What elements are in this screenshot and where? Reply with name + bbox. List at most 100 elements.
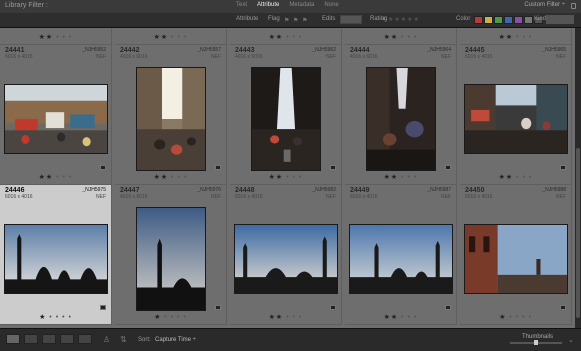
rating-stars: ★★ — [38, 174, 54, 181]
grid-cell[interactable]: ★★ • • • — [0, 28, 112, 45]
grid-cell[interactable]: 24442 4016 x 6016 _NJH5957 NEF ★★ • • • — [115, 45, 227, 185]
rating-dots: • • • — [56, 34, 73, 41]
photo-thumbnail[interactable] — [349, 224, 453, 294]
edited-badge-icon — [560, 305, 566, 310]
filter-preset-dropdown[interactable]: Custom Filter ÷ — [524, 2, 565, 8]
toolbar-menu-chevron-icon[interactable]: ⌄ — [568, 336, 574, 344]
tab-text[interactable]: Text — [236, 2, 247, 8]
star-rating[interactable]: ★ • • • • — [460, 313, 571, 321]
star-rating[interactable]: ★★ • • • — [345, 313, 456, 321]
grid-cell[interactable]: 24448 6016 x 4016 _NJH5982 NEF ★★ • • • — [230, 185, 342, 325]
grid-cell[interactable]: 24443 4016 x 6016 _NJH5962 NEF ★★ • • • — [230, 45, 342, 185]
lock-icon[interactable] — [571, 3, 576, 9]
flag-filter-icons[interactable]: ⚑ ⚑ ⚑ — [284, 17, 308, 24]
grid-cell[interactable]: 24441 6016 x 4016 _NJH5952 NEF ★★ • • • — [0, 45, 112, 185]
rating-stars: ★★ — [383, 314, 399, 321]
image-dimensions: 6016 x 4016 — [350, 194, 378, 200]
file-extension: NEF — [326, 194, 336, 200]
photo-thumbnail[interactable] — [4, 84, 108, 154]
star-rating[interactable]: ★★ • • • — [230, 173, 341, 181]
grid-view-button[interactable] — [6, 334, 20, 344]
tab-attribute[interactable]: Attribute — [257, 2, 279, 8]
color-swatch-0[interactable] — [474, 16, 483, 24]
photo-thumbnail[interactable] — [251, 67, 321, 171]
rating-stars: ★★ — [268, 174, 284, 181]
grid-cell[interactable]: 24444 4016 x 6016 _NJH5964 NEF ★★ • • • — [345, 45, 457, 185]
grid-cell[interactable]: ★★ • • • — [460, 28, 572, 45]
rating-dots: • • • — [401, 314, 418, 321]
file-name: _NJH5952 — [82, 47, 106, 53]
rating-stars: ★★ — [268, 34, 284, 41]
star-rating[interactable]: ★★ • • • — [460, 33, 571, 41]
people-view-button[interactable] — [78, 334, 92, 344]
file-name: _NJH5982 — [312, 187, 336, 193]
edits-filter-toggle[interactable] — [340, 15, 362, 24]
kind-filter-toggle[interactable] — [546, 15, 574, 24]
rating-dots: • • • — [401, 174, 418, 181]
thumbnail-size-knob[interactable] — [534, 340, 538, 345]
tab-metadata[interactable]: Metadata — [289, 2, 314, 8]
photo-thumbnail[interactable] — [136, 67, 206, 171]
grid-cell[interactable]: 24446 6016 x 4016 _NJH5975 NEF ★ • • • • — [0, 185, 112, 325]
filter-bar-title: Library Filter : — [5, 2, 48, 9]
thumbnail-grid: ★★ • • • ★★ • • • ★★ • • • ★★ • • • ★★ • • •… — [0, 28, 575, 328]
sort-dropdown[interactable]: Capture Time ÷ — [155, 337, 196, 343]
star-rating[interactable]: ★★ • • • — [460, 173, 571, 181]
star-rating[interactable]: ★★ • • • — [345, 173, 456, 181]
photo-thumbnail[interactable] — [464, 224, 568, 294]
star-rating[interactable]: ★★ • • • — [345, 33, 456, 41]
file-name: _NJH5987 — [427, 187, 451, 193]
star-rating[interactable]: ★★ • • • — [230, 313, 341, 321]
color-swatch-4[interactable] — [514, 16, 523, 24]
tab-none[interactable]: None — [324, 2, 338, 8]
cell-index: 24441 — [5, 47, 25, 54]
photo-thumbnail[interactable] — [464, 84, 568, 154]
compare-view-button[interactable] — [42, 334, 56, 344]
color-swatch-5[interactable] — [524, 16, 533, 24]
grid-cell[interactable]: 24450 6016 x 4016 _NJH5988 NEF ★ • • • • — [460, 185, 572, 325]
cell-index: 24450 — [465, 187, 485, 194]
grid-cell[interactable]: 24449 6016 x 4016 _NJH5987 NEF ★★ • • • — [345, 185, 457, 325]
rating-dots: • • • — [286, 314, 303, 321]
grid-cell[interactable]: 24447 4016 x 6016 _NJH5976 NEF ★ • • • • — [115, 185, 227, 325]
rating-stars: ★★ — [268, 314, 284, 321]
image-dimensions: 6016 x 4016 — [465, 54, 493, 60]
file-extension: NEF — [326, 54, 336, 60]
grid-scrollbar[interactable] — [575, 28, 581, 328]
attribute-label: Attribute — [236, 16, 259, 22]
star-rating[interactable]: ★★ • • • — [115, 33, 226, 41]
star-rating[interactable]: ★ • • • • — [0, 313, 111, 321]
file-name: _NJH5975 — [82, 187, 106, 193]
star-rating[interactable]: ★★ • • • — [115, 173, 226, 181]
grid-cell[interactable]: ★★ • • • — [115, 28, 227, 45]
survey-view-button[interactable] — [60, 334, 74, 344]
scrollbar-thumb[interactable] — [576, 148, 580, 318]
photo-thumbnail[interactable] — [136, 207, 206, 311]
rating-operator[interactable]: ≥ — [382, 16, 385, 22]
star-rating[interactable]: ★★ • • • — [230, 33, 341, 41]
star-rating[interactable]: ★ • • • • — [115, 313, 226, 321]
photo-thumbnail[interactable] — [4, 224, 108, 294]
star-rating[interactable]: ★★ • • • — [0, 173, 111, 181]
rating-dots: • • • — [171, 34, 188, 41]
rating-stars: ★ — [39, 314, 47, 321]
painter-icon[interactable]: ♙ — [103, 335, 110, 344]
sort-direction-icon[interactable]: ⇅ — [120, 335, 127, 344]
star-rating[interactable]: ★★ • • • — [0, 33, 111, 41]
edited-badge-icon — [215, 305, 221, 310]
cell-index: 24447 — [120, 187, 140, 194]
color-swatch-1[interactable] — [484, 16, 493, 24]
color-label: Color — [456, 16, 471, 22]
loupe-view-button[interactable] — [24, 334, 38, 344]
photo-thumbnail[interactable] — [366, 67, 436, 171]
grid-cell[interactable]: ★★ • • • — [345, 28, 457, 45]
edited-badge-icon — [100, 165, 106, 170]
grid-cell[interactable]: ★★ • • • — [230, 28, 342, 45]
file-name: _NJH5962 — [312, 47, 336, 53]
photo-thumbnail[interactable] — [234, 224, 338, 294]
grid-cell[interactable]: 24445 6016 x 4016 _NJH5965 NEF ★★ • • • — [460, 45, 572, 185]
edited-badge-icon — [100, 305, 106, 310]
color-swatch-2[interactable] — [494, 16, 503, 24]
rating-filter-stars[interactable]: ★★★★★ — [388, 16, 420, 23]
color-swatch-3[interactable] — [504, 16, 513, 24]
